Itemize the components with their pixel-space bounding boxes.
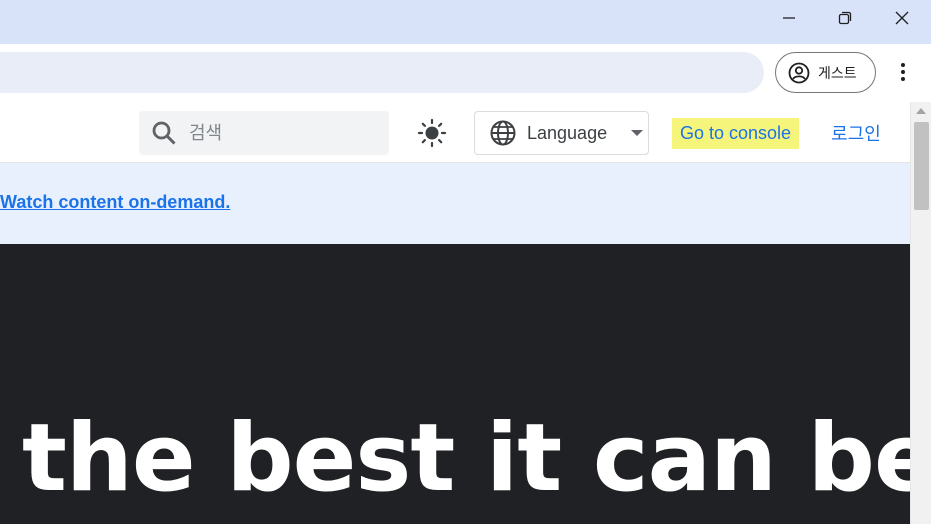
go-to-console-button[interactable]: Go to console: [672, 118, 799, 149]
hero-heading: the best it can be: [22, 404, 910, 513]
browser-toolbar: 게스트: [0, 44, 931, 102]
scroll-up-arrow-icon[interactable]: [916, 108, 926, 114]
sun-icon: [417, 118, 447, 148]
hero-section: the best it can be: [0, 244, 910, 524]
globe-icon: [490, 120, 516, 146]
site-header: Language Go to console 로그인: [0, 102, 910, 163]
search-icon: [152, 121, 176, 145]
minimize-icon: [783, 17, 795, 19]
theme-toggle-button[interactable]: [413, 115, 451, 151]
window-titlebar: [0, 0, 931, 44]
page-viewport: Language Go to console 로그인 Watch content…: [0, 102, 910, 524]
announcement-banner: Watch content on-demand.: [0, 163, 910, 244]
language-label: Language: [527, 122, 608, 143]
restore-icon: [838, 11, 852, 25]
scrollbar-thumb[interactable]: [914, 122, 929, 210]
address-bar[interactable]: [0, 52, 764, 93]
more-vert-icon: [901, 63, 905, 81]
search-input[interactable]: [189, 122, 369, 144]
minimize-button[interactable]: [761, 0, 817, 36]
profile-button[interactable]: 게스트: [775, 52, 876, 93]
close-icon: [895, 11, 909, 25]
language-selector[interactable]: Language: [474, 111, 649, 155]
search-box[interactable]: [139, 111, 389, 155]
vertical-scrollbar[interactable]: [910, 102, 931, 524]
chevron-down-icon: [631, 130, 644, 136]
watch-on-demand-link[interactable]: Watch content on-demand.: [0, 192, 230, 213]
profile-label: 게스트: [818, 64, 857, 81]
login-link[interactable]: 로그인: [826, 120, 886, 146]
account-circle-icon: [788, 62, 810, 83]
restore-button[interactable]: [817, 0, 873, 36]
close-button[interactable]: [874, 0, 930, 36]
browser-menu-button[interactable]: [889, 56, 917, 88]
